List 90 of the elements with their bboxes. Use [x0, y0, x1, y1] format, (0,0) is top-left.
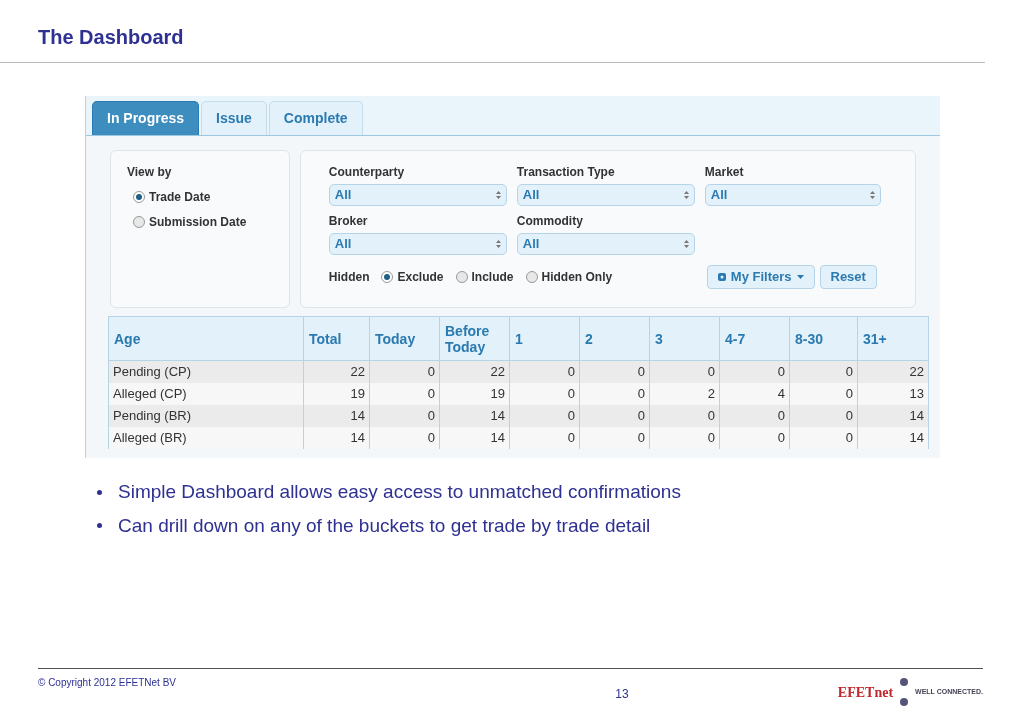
table-cell: 4 [719, 382, 790, 405]
table-cell: 0 [579, 426, 650, 449]
table-cell: 0 [369, 360, 440, 383]
table-cell: 19 [439, 382, 510, 405]
radio-label: Include [471, 269, 514, 286]
table-cell: 0 [719, 360, 790, 383]
tab[interactable]: Complete [268, 101, 363, 135]
table-cell: 0 [509, 426, 580, 449]
table-cell: Pending (CP) [108, 360, 304, 383]
filter-label: Market [704, 164, 745, 181]
table-cell: 0 [789, 382, 858, 405]
table-cell: 22 [439, 360, 510, 383]
table-cell: Pending (BR) [108, 404, 304, 427]
radio-label: Hidden Only [541, 269, 613, 286]
select-field[interactable]: All [328, 184, 507, 206]
radio-button[interactable] [133, 216, 145, 228]
table-cell: Alleged (BR) [108, 426, 304, 449]
filter-label: Counterparty [328, 164, 406, 181]
table-cell: 0 [369, 382, 440, 405]
updown-arrows-icon [495, 191, 501, 199]
table-cell: 0 [509, 404, 580, 427]
radio-button[interactable] [133, 191, 145, 203]
table-cell: 14 [857, 404, 929, 427]
filters-menu-button[interactable]: My Filters [706, 265, 815, 289]
table-cell: 0 [719, 404, 790, 427]
table-cell: 14 [857, 426, 929, 449]
table-cell: 19 [303, 382, 370, 405]
table-cell: 14 [439, 426, 510, 449]
panel-label: View by [127, 164, 173, 181]
hidden-label: Hidden [328, 269, 370, 286]
reset-button[interactable]: Reset [819, 265, 877, 289]
updown-arrows-icon [683, 240, 689, 248]
bullet-icon [97, 523, 102, 529]
bullet-text: Simple Dashboard allows easy access to unmatched confirmations [118, 480, 681, 504]
copyright-text: © Copyright 2012 EFETNet BV [38, 676, 176, 690]
radio-button[interactable] [455, 271, 468, 283]
bullet-text: Can drill down on any of the buckets to get trade by trade detail [118, 513, 651, 538]
table-cell: 0 [579, 360, 650, 383]
table-cell: 0 [719, 426, 790, 449]
table-cell: 0 [649, 404, 720, 427]
table-cell: 13 [857, 382, 929, 405]
filter-label: Broker [328, 213, 369, 230]
table-cell: 0 [789, 426, 858, 449]
tab[interactable]: In Progress [92, 101, 200, 135]
table-cell: 0 [509, 382, 580, 405]
column-header: 4-7 [719, 316, 790, 361]
column-header: Total [303, 316, 370, 361]
filter-label: Commodity [516, 213, 584, 230]
select-field[interactable]: All [328, 233, 507, 255]
table-cell: 14 [439, 404, 510, 427]
table-cell: 0 [579, 382, 650, 405]
radio-label: Trade Date [149, 189, 211, 206]
bullet-icon [97, 489, 102, 495]
table-cell: 0 [579, 404, 650, 427]
caret-icon [796, 275, 804, 279]
column-header: 2 [579, 316, 650, 361]
table-cell: Alleged (CP) [108, 382, 304, 405]
table-cell: 0 [509, 360, 580, 383]
column-header: 1 [509, 316, 580, 361]
table-cell: 0 [789, 404, 858, 427]
table-cell: 22 [857, 360, 929, 383]
table-cell: 0 [369, 404, 440, 427]
column-header: 3 [649, 316, 720, 361]
updown-arrows-icon [683, 191, 689, 199]
column-header: 8-30 [789, 316, 858, 361]
radio-button[interactable] [381, 271, 394, 283]
table-cell: 0 [789, 360, 858, 383]
radio-label: Submission Date [149, 214, 247, 231]
slide-title: The Dashboard [38, 26, 184, 48]
radio-label: Exclude [397, 269, 444, 286]
table-cell: 2 [649, 382, 720, 405]
table-cell: 22 [303, 360, 370, 383]
column-header: Today [369, 316, 440, 361]
select-field[interactable]: All [516, 233, 695, 255]
page-number: 13 [615, 686, 629, 703]
column-header: Age [108, 316, 304, 361]
table-cell: 14 [303, 404, 370, 427]
table-cell: 0 [369, 426, 440, 449]
filter-label: Transaction Type [516, 164, 616, 181]
updown-arrows-icon [495, 240, 501, 248]
table-cell: 0 [649, 360, 720, 383]
updown-arrows-icon [869, 191, 875, 199]
radio-button[interactable] [525, 271, 538, 283]
select-field[interactable]: All [704, 184, 881, 206]
select-field[interactable]: All [516, 184, 695, 206]
column-header: Before Today [439, 316, 510, 361]
column-header: 31+ [857, 316, 929, 361]
table-cell: 14 [303, 426, 370, 449]
tab[interactable]: Issue [201, 101, 267, 135]
table-cell: 0 [649, 426, 720, 449]
